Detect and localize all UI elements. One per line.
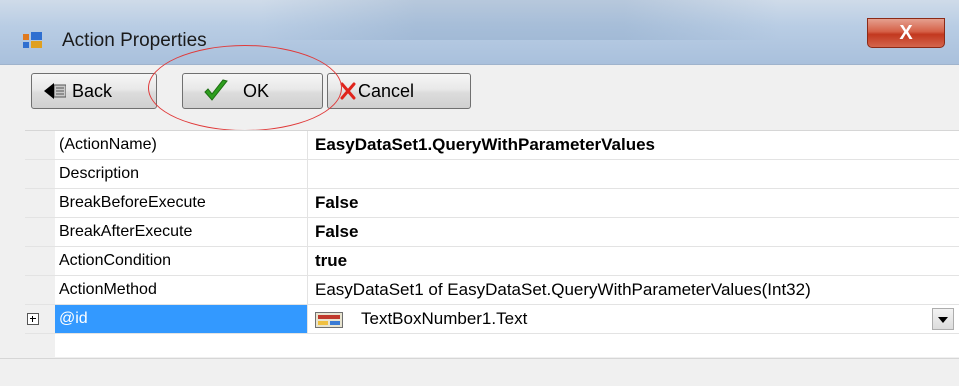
property-value[interactable]: False [309,218,959,246]
property-value-container[interactable]: TextBoxNumber1.Text [309,305,959,333]
property-row-actioncondition[interactable]: ActionCondition true [25,247,959,276]
property-row-actionname[interactable]: (ActionName) EasyDataSet1.QueryWithParam… [25,131,959,160]
property-row-description[interactable]: Description [25,160,959,189]
back-arrow-icon [44,83,66,99]
property-value[interactable]: EasyDataSet1 of EasyDataSet.QueryWithPar… [309,276,959,304]
window-title: Action Properties [62,30,207,51]
back-button[interactable]: Back [31,73,157,109]
property-row-id[interactable]: @id TextBoxNumber1.Text [25,305,959,334]
property-value[interactable]: true [309,247,959,275]
dropdown-arrow-icon[interactable] [932,308,954,330]
check-icon [204,79,228,101]
property-row-breakafterexecute[interactable]: BreakAfterExecute False [25,218,959,247]
cancel-label: Cancel [358,80,415,101]
ok-label: OK [243,80,270,101]
back-label: Back [72,80,113,101]
expand-plus-icon[interactable] [27,313,39,325]
property-value[interactable] [309,160,959,188]
property-value: TextBoxNumber1.Text [361,309,528,328]
property-value[interactable]: EasyDataSet1.QueryWithParameterValues [309,131,959,159]
app-icon [23,32,42,48]
property-value[interactable]: False [309,189,959,217]
background-window-ghost [260,0,780,40]
close-button[interactable]: X [867,18,945,48]
cancel-x-icon [340,82,356,100]
title-bar[interactable]: Action Properties X [0,0,959,65]
textbox-icon [315,311,343,328]
property-name: BreakBeforeExecute [55,189,308,217]
property-name: (ActionName) [55,131,308,159]
property-name: Description [55,160,308,188]
toolbar: Back OK Cancel [14,65,958,117]
ok-button[interactable]: OK [182,73,323,109]
property-row-actionmethod[interactable]: ActionMethod EasyDataSet1 of EasyDataSet… [25,276,959,305]
property-name: BreakAfterExecute [55,218,308,246]
property-name: @id [55,305,308,333]
property-name: ActionMethod [55,276,308,304]
property-name: ActionCondition [55,247,308,275]
cancel-button[interactable]: Cancel [327,73,471,109]
property-grid: (ActionName) EasyDataSet1.QueryWithParam… [25,130,959,357]
property-row-breakbeforeexecute[interactable]: BreakBeforeExecute False [25,189,959,218]
divider [0,358,959,359]
action-properties-window: Action Properties X Back OK Cancel (Acti… [0,0,959,386]
